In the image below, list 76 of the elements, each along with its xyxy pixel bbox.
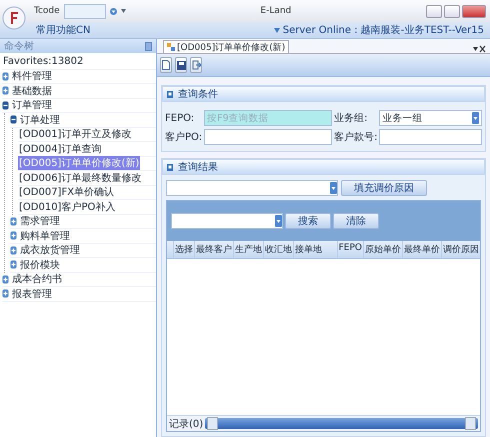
menu-tab[interactable]: 常用功能CN (36, 23, 90, 37)
caret-icon[interactable] (473, 47, 478, 51)
section-icon (167, 90, 173, 98)
field-label: 业务组: (334, 112, 368, 125)
column-header[interactable]: 原始单价 (363, 241, 402, 258)
collapse-icon[interactable] (2, 100, 9, 110)
expand-icon[interactable] (2, 86, 9, 96)
column-header[interactable]: 收汇地 (263, 241, 293, 258)
tcode-label: Tcode (34, 6, 60, 16)
tree-item[interactable]: [OD006]订单最终数量修改 (18, 170, 142, 185)
input-field[interactable] (204, 129, 332, 145)
input-field[interactable] (379, 129, 482, 145)
column-header[interactable]: FEPO (336, 241, 363, 258)
dropdown-field[interactable]: 业务一组 (379, 110, 482, 126)
server-status: Server Online : 越南服装-业务TEST--Ver15 (282, 24, 484, 37)
expand-icon[interactable] (10, 216, 17, 226)
column-header[interactable]: 生产地 (233, 241, 263, 258)
field-label: 客户款号: (334, 130, 378, 144)
minimize-button[interactable] (426, 4, 442, 18)
search-dropdown[interactable] (171, 213, 283, 229)
column-header[interactable]: 选择 (173, 241, 194, 258)
field-label: 客户PO: (165, 130, 202, 144)
section-title: 查询结果 (178, 160, 218, 174)
close-button[interactable] (462, 4, 486, 18)
expand-icon[interactable] (10, 260, 17, 270)
expand-icon[interactable] (2, 274, 9, 284)
tree-item[interactable]: 订单管理 (11, 98, 53, 112)
fill-reason-button[interactable]: 填充调价原因 (341, 180, 427, 196)
dropdown-icon[interactable] (330, 182, 337, 194)
field-label: FEPO: (165, 112, 196, 124)
column-header[interactable]: 接单地 (293, 241, 337, 258)
expand-icon[interactable] (10, 246, 17, 255)
horizontal-scrollbar[interactable] (205, 418, 478, 429)
tree-item[interactable]: 基础数据 (11, 84, 53, 98)
app-logo-icon[interactable] (2, 6, 26, 30)
tree-item[interactable]: Favorites:13802 (2, 56, 84, 68)
dropdown-icon[interactable] (472, 112, 479, 124)
tcode-field[interactable] (64, 4, 106, 18)
section-title: 查询条件 (178, 88, 218, 101)
form-icon (167, 43, 175, 51)
section-icon (167, 164, 173, 170)
tree-item[interactable]: 订单处理 (19, 112, 61, 127)
dropdown-icon[interactable] (110, 8, 117, 14)
new-button[interactable] (160, 57, 172, 73)
maximize-button[interactable] (444, 4, 460, 18)
tree-item[interactable]: [OD007]FX单价确认 (18, 185, 116, 200)
reason-field[interactable] (166, 180, 338, 196)
tree-item[interactable]: 报价模块 (19, 258, 61, 272)
column-header[interactable]: 最终客户 (194, 241, 233, 258)
caret-icon[interactable] (120, 8, 126, 14)
exit-button[interactable] (190, 57, 202, 73)
tree-item[interactable]: [OD001]订单开立及修改 (18, 127, 132, 142)
sidebar-title: 命令树 (4, 40, 34, 53)
expand-icon[interactable] (2, 72, 9, 81)
clear-button[interactable]: 清除 (333, 213, 379, 229)
document-tab[interactable]: [OD005]订单单价修改(新) (163, 40, 290, 53)
expand-icon[interactable] (10, 231, 17, 240)
tree-item[interactable]: [OD010]客户PO补入 (18, 200, 116, 214)
tree-item[interactable]: 报表管理 (11, 286, 53, 301)
dropdown-icon[interactable] (275, 215, 282, 227)
tree-item[interactable]: [OD004]订单查询 (18, 142, 102, 156)
column-header[interactable]: 最终单价 (402, 241, 441, 258)
window-title: E-Land (259, 6, 292, 16)
close-icon[interactable] (478, 45, 487, 53)
search-button[interactable]: 搜索 (285, 213, 331, 229)
collapse-icon[interactable] (10, 115, 17, 124)
tree-item[interactable]: 购料单管理 (19, 228, 71, 243)
column-header[interactable]: 调价原因 (441, 241, 480, 258)
tree-item[interactable]: 成本合约书 (11, 272, 63, 286)
fepo-field[interactable]: 按F9查询数据 (204, 110, 332, 126)
record-count: 记录(0) (169, 418, 204, 430)
tree-item[interactable]: 需求管理 (19, 214, 61, 228)
expand-icon[interactable] (2, 289, 9, 298)
save-button[interactable] (175, 57, 187, 73)
tree-item[interactable]: 料件管理 (11, 69, 53, 84)
tree-item[interactable]: 成衣放货管理 (19, 243, 81, 258)
